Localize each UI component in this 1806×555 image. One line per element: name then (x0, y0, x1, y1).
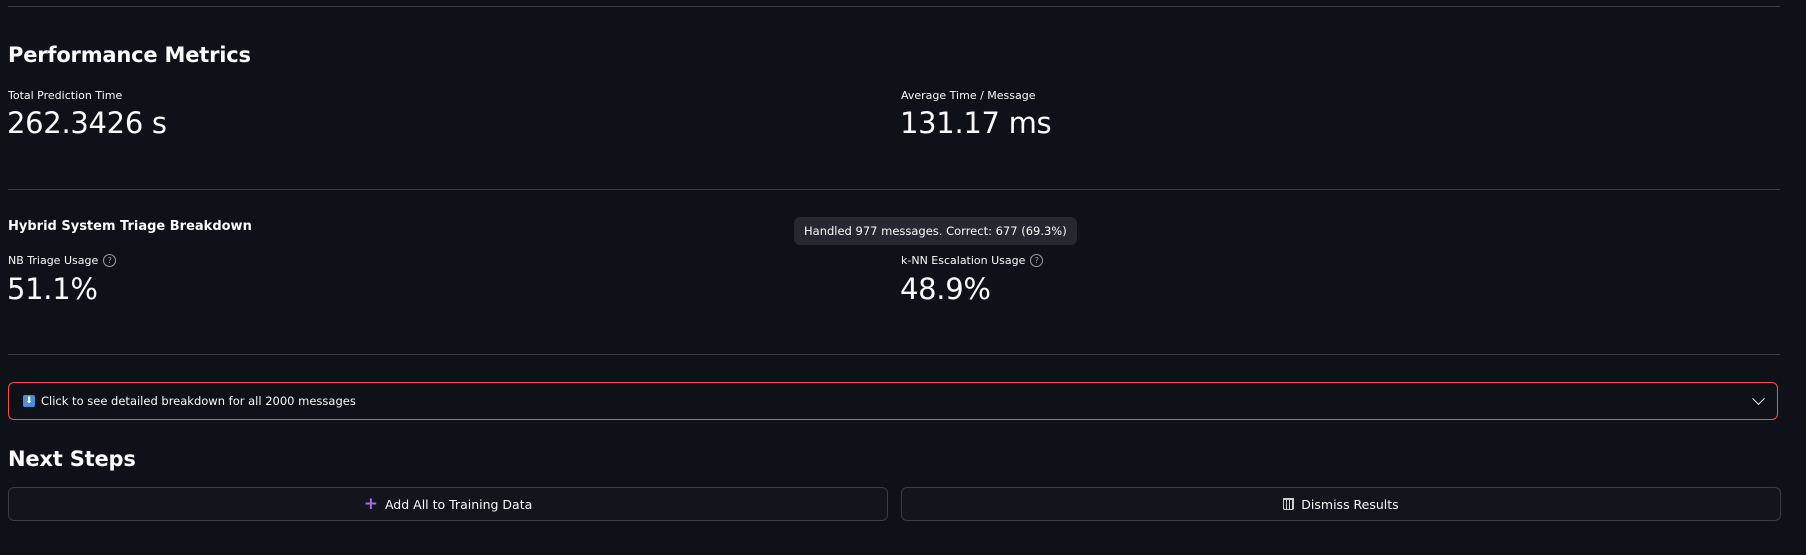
knn-escalation-usage-label-text: k-NN Escalation Usage (901, 254, 1026, 267)
dismiss-button-label: Dismiss Results (1301, 496, 1399, 512)
average-time-label: Average Time / Message (901, 89, 1036, 102)
section-divider-2 (8, 354, 1780, 355)
nb-triage-usage-label-text: NB Triage Usage (8, 254, 99, 267)
detailed-breakdown-expander[interactable]: ⬇ Click to see detailed breakdown for al… (8, 382, 1778, 420)
total-prediction-time-value: 262.3426 s (7, 106, 167, 140)
section-divider-1 (8, 189, 1780, 190)
nb-triage-usage-value: 51.1% (7, 272, 98, 306)
nb-triage-usage-label: NB Triage Usage ? (8, 254, 117, 267)
average-time-value: 131.17 ms (900, 106, 1052, 140)
next-steps-heading: Next Steps (8, 447, 136, 471)
expander-label-text: Click to see detailed breakdown for all … (41, 394, 356, 408)
dismiss-results-button[interactable]: Dismiss Results (901, 487, 1781, 521)
plus-icon: + (363, 493, 378, 514)
knn-escalation-usage-label: k-NN Escalation Usage ? (901, 254, 1044, 267)
total-prediction-time-label: Total Prediction Time (8, 89, 122, 102)
help-icon[interactable]: ? (1030, 254, 1044, 267)
add-all-button-label: Add All to Training Data (384, 496, 533, 512)
handled-messages-tooltip: Handled 977 messages. Correct: 677 (69.3… (794, 217, 1077, 245)
triage-breakdown-heading: Hybrid System Triage Breakdown (8, 219, 252, 234)
performance-metrics-heading: Performance Metrics (8, 43, 251, 67)
total-prediction-time-label-text: Total Prediction Time (8, 89, 123, 102)
expander-label: ⬇ Click to see detailed breakdown for al… (23, 394, 356, 408)
chevron-down-icon[interactable] (1752, 391, 1765, 405)
help-icon[interactable]: ? (103, 254, 117, 267)
top-divider (8, 6, 1780, 7)
wastebasket-icon (1283, 498, 1295, 510)
down-arrow-icon: ⬇ (23, 395, 35, 407)
add-all-to-training-button[interactable]: + Add All to Training Data (8, 487, 888, 521)
average-time-label-text: Average Time / Message (901, 89, 1036, 102)
knn-escalation-usage-value: 48.9% (900, 272, 991, 306)
